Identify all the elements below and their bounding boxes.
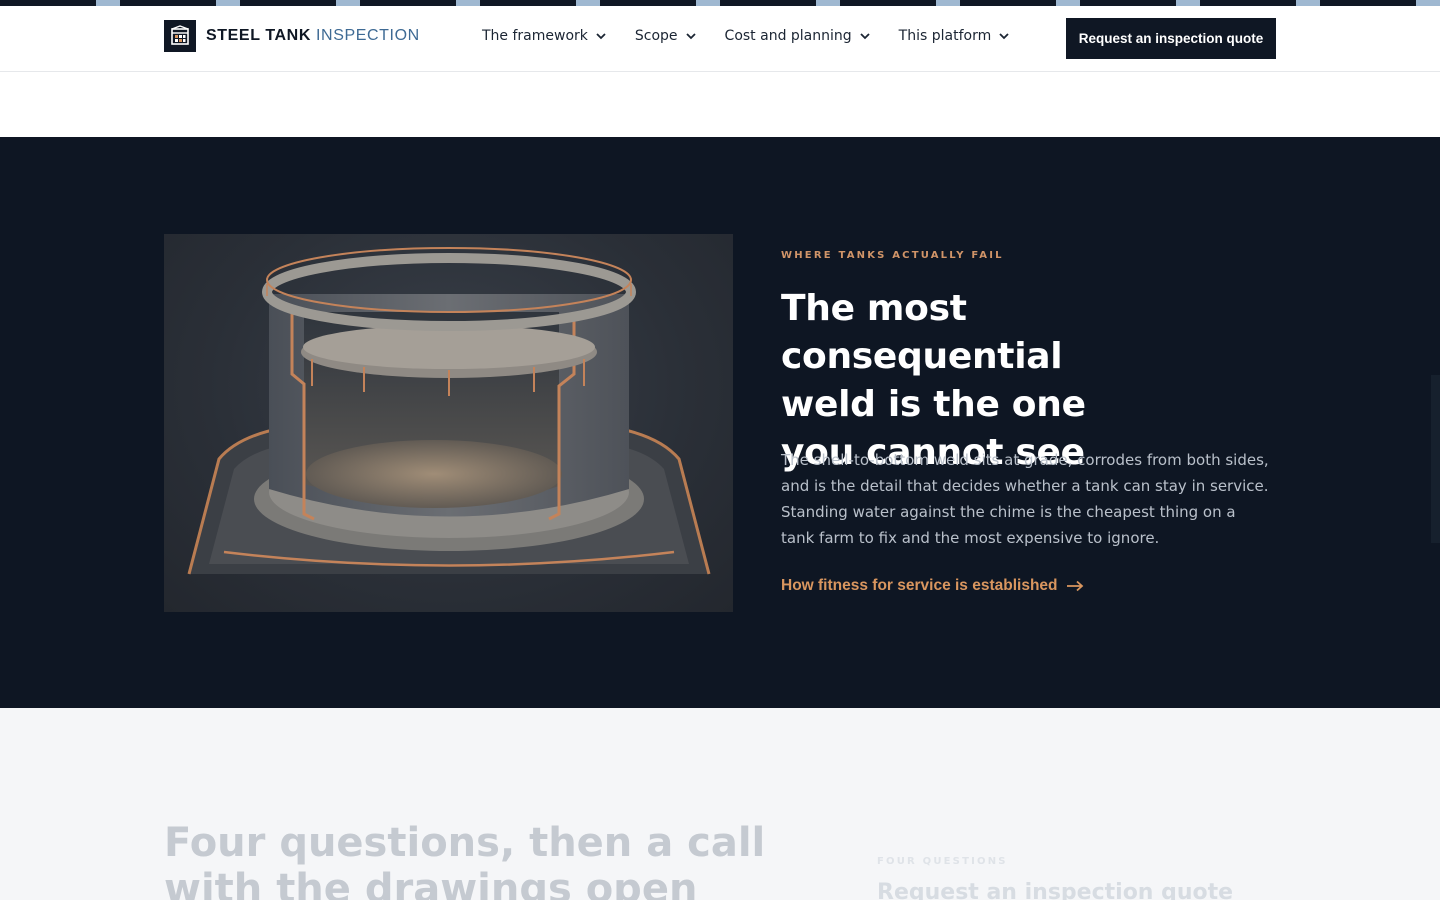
- quote-section-subtitle: Request an inspection quote: [877, 880, 1234, 900]
- logo-tank-icon: [164, 20, 196, 52]
- quote-section: Four questions, then a call with the dra…: [0, 708, 1440, 900]
- nav-item-this-platform[interactable]: This platform: [899, 28, 1011, 44]
- headline-line: The most consequential: [781, 288, 1063, 377]
- chevron-down-icon: [860, 33, 870, 40]
- logo-wordmark-strong: STEEL TANK: [206, 27, 311, 44]
- fitness-for-service-link[interactable]: How fitness for service is established: [781, 577, 1084, 595]
- logo-wordmark: STEEL TANK INSPECTION: [206, 27, 420, 45]
- chevron-down-icon: [685, 33, 696, 40]
- request-quote-button[interactable]: Request an inspection quote: [1066, 18, 1276, 59]
- tank-cutaway-illustration: [164, 234, 733, 612]
- site-logo[interactable]: STEEL TANK INSPECTION: [164, 20, 420, 52]
- main-nav: The framework Scope Cost and planning Th…: [482, 28, 1010, 44]
- nav-item-cost-and-planning[interactable]: Cost and planning: [725, 28, 871, 44]
- site-header: STEEL TANK INSPECTION The framework Scop…: [0, 6, 1440, 72]
- feature-body: The shell-to-bottom weld sits at grade, …: [781, 451, 1269, 547]
- headline-line: weld is the one: [781, 384, 1086, 425]
- feature-eyebrow: WHERE TANKS ACTUALLY FAIL: [781, 250, 1004, 261]
- arrow-right-icon: [1066, 580, 1083, 592]
- nav-item-scope[interactable]: Scope: [635, 28, 697, 44]
- title-line: with the drawings open: [164, 866, 698, 900]
- chevron-down-icon: [596, 33, 606, 40]
- nav-item-label: The framework: [482, 28, 588, 44]
- link-label: How fitness for service is established: [781, 577, 1058, 594]
- chevron-down-icon: [999, 33, 1009, 40]
- feature-section: WHERE TANKS ACTUALLY FAIL The most conse…: [0, 137, 1440, 708]
- nav-item-label: This platform: [898, 28, 992, 44]
- nav-item-the-framework[interactable]: The framework: [482, 28, 607, 44]
- nav-item-label: Cost and planning: [724, 28, 852, 44]
- nav-item-label: Scope: [634, 28, 678, 44]
- title-line: Four questions, then a call: [164, 820, 766, 866]
- quote-section-title: Four questions, then a call with the dra…: [164, 820, 784, 900]
- quote-section-eyebrow: FOUR QUESTIONS: [877, 856, 1008, 867]
- logo-wordmark-light: INSPECTION: [316, 27, 420, 44]
- side-scroll-indicator: [1431, 375, 1440, 543]
